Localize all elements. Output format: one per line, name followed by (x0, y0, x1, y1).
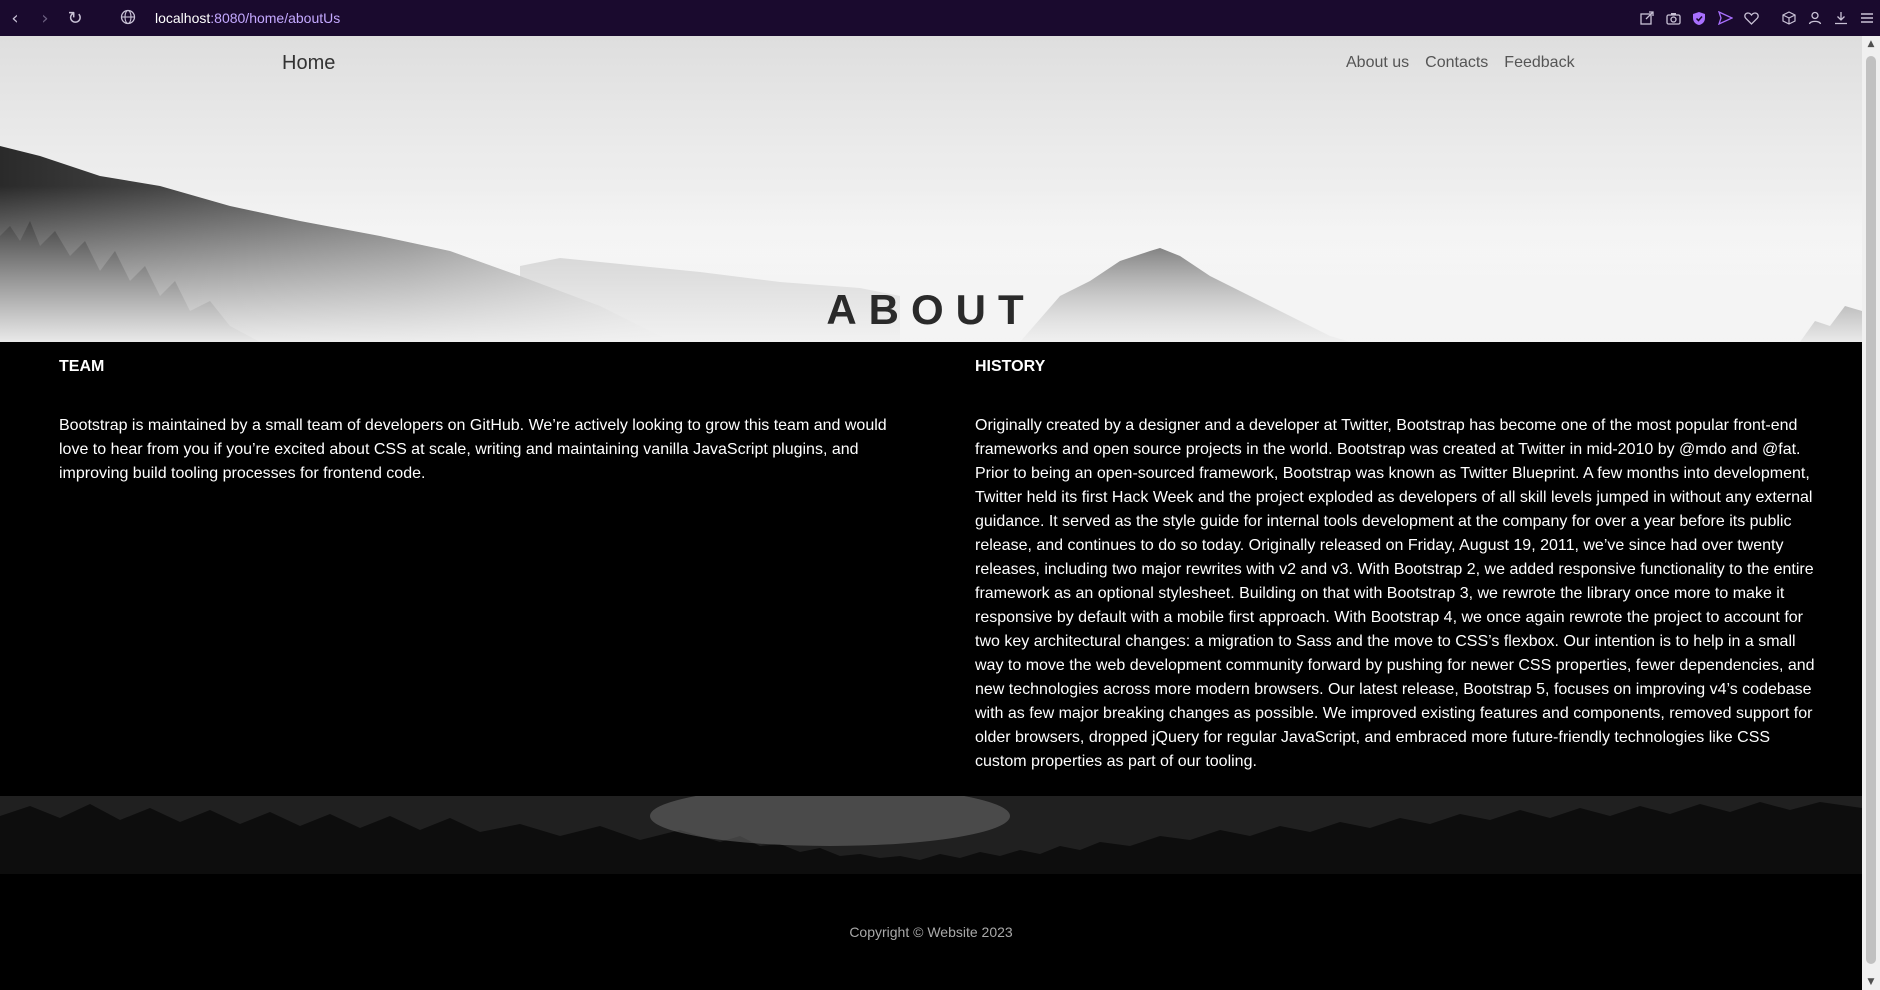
shield-icon[interactable] (1686, 0, 1712, 36)
nav-feedback-link[interactable]: Feedback (1504, 54, 1574, 72)
nav-about-link[interactable]: About us (1346, 54, 1409, 72)
scrollbar-thumb[interactable] (1866, 56, 1876, 964)
nav-contacts-link[interactable]: Contacts (1425, 54, 1488, 72)
reload-button[interactable]: ↻ (60, 0, 90, 36)
nav-home-link[interactable]: Home (282, 52, 335, 75)
box-icon[interactable] (1776, 0, 1802, 36)
footer: Copyright © Website 2023 (0, 874, 1862, 990)
hero-banner: Home About us Contacts Feedback ABOUT (0, 36, 1862, 342)
back-button[interactable]: ‹ (0, 0, 30, 36)
address-bar[interactable]: localhost:8080/home/aboutUs (155, 8, 340, 28)
toolbar-divider (1764, 0, 1776, 36)
send-icon[interactable] (1712, 0, 1738, 36)
history-section: HISTORY Originally created by a designer… (975, 356, 1820, 774)
menu-icon[interactable] (1854, 0, 1880, 36)
scroll-down-arrow-icon[interactable]: ▼ (1862, 974, 1880, 990)
url-path: :8080/home/aboutUs (210, 10, 341, 26)
profile-icon[interactable] (1802, 0, 1828, 36)
download-icon[interactable] (1828, 0, 1854, 36)
page-viewport: Home About us Contacts Feedback ABOUT TE… (0, 36, 1862, 990)
url-host: localhost (155, 10, 211, 26)
team-section: TEAM Bootstrap is maintained by a small … (59, 356, 899, 486)
page-title: ABOUT (826, 286, 1036, 333)
forward-button[interactable]: › (30, 0, 60, 36)
copyright-text: Copyright © Website 2023 (849, 924, 1013, 940)
page-scrollbar[interactable]: ▲ ▼ (1862, 36, 1880, 990)
browser-toolbar: ‹ › ↻ localhost:8080/home/aboutUs (0, 0, 1880, 36)
heart-icon[interactable] (1738, 0, 1764, 36)
forest-banner-image (0, 796, 1862, 874)
camera-icon[interactable] (1660, 0, 1686, 36)
history-text: Originally created by a designer and a d… (975, 417, 1815, 770)
scroll-up-arrow-icon[interactable]: ▲ (1862, 36, 1880, 52)
team-heading: TEAM (59, 358, 105, 375)
history-heading: HISTORY (975, 358, 1046, 375)
team-text: Bootstrap is maintained by a small team … (59, 417, 887, 482)
about-content: TEAM Bootstrap is maintained by a small … (0, 342, 1862, 796)
nav-links: About us Contacts Feedback (1346, 54, 1575, 72)
site-info-icon[interactable] (120, 9, 138, 27)
share-icon[interactable] (1634, 0, 1660, 36)
